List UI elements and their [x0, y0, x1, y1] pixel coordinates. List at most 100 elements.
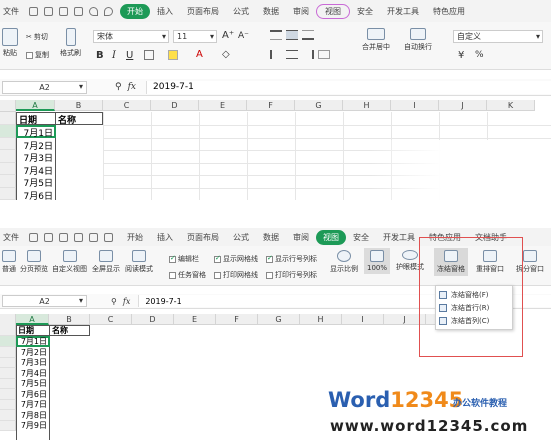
font-name-select[interactable]: 宋体 ▾	[93, 30, 169, 43]
bottom-file-menu[interactable]: 文件	[0, 232, 26, 243]
top-row-header[interactable]	[0, 188, 16, 200]
top-col-header-b[interactable]: B	[55, 100, 103, 111]
align-bottom-icon[interactable]	[302, 30, 314, 40]
bottom-tab-page-layout[interactable]: 页面布局	[180, 232, 226, 243]
open-icon[interactable]	[44, 232, 53, 242]
top-col-header-g[interactable]: G	[295, 100, 343, 111]
top-formula-input[interactable]: 2019-7-1	[146, 80, 551, 94]
bottom-tab-view[interactable]: 视图	[316, 229, 346, 245]
merge-center-button[interactable]: 合并居中	[362, 28, 390, 52]
percent-button[interactable]: %	[475, 50, 484, 60]
top-col-header-a[interactable]: A	[16, 100, 55, 111]
paste-button[interactable]: 粘贴	[2, 28, 18, 58]
open-icon[interactable]	[44, 6, 53, 16]
top-tab-page-layout[interactable]: 页面布局	[180, 6, 226, 17]
top-col-header-j[interactable]: J	[439, 100, 487, 111]
print-grid-checkbox[interactable]: 打印网格线	[214, 270, 258, 280]
redo-icon[interactable]	[104, 232, 113, 242]
show-grid-checkbox[interactable]: 显示网格线	[214, 254, 258, 264]
top-tab-start[interactable]: 开始	[120, 3, 150, 19]
top-tab-formula[interactable]: 公式	[226, 6, 256, 17]
justify-icon[interactable]	[318, 50, 330, 59]
top-row-header[interactable]	[0, 112, 16, 125]
bottom-col-header-g[interactable]: G	[258, 314, 300, 325]
font-color-button[interactable]: A	[196, 49, 203, 60]
top-cell-a2[interactable]: 7月1日	[20, 126, 53, 139]
top-col-header-h[interactable]: H	[343, 100, 391, 111]
top-cell-b1[interactable]: 名称	[58, 113, 76, 126]
print-icon[interactable]	[59, 232, 68, 242]
zoom-100-button[interactable]: 100%	[364, 248, 391, 274]
bold-button[interactable]: B	[96, 50, 104, 61]
custom-view-button[interactable]: 自定义视图	[52, 250, 87, 274]
top-tab-insert[interactable]: 插入	[150, 6, 180, 17]
top-name-box[interactable]: A2 ▾	[2, 80, 87, 94]
zoom-search-icon[interactable]: ⚲	[115, 82, 122, 92]
bottom-row-header[interactable]	[0, 358, 16, 368]
align-center-icon[interactable]	[286, 50, 298, 59]
underline-button[interactable]: U	[126, 50, 133, 61]
bottom-row-header[interactable]	[0, 410, 16, 421]
bottom-row-header[interactable]	[0, 325, 16, 336]
top-tab-special[interactable]: 特色应用	[426, 6, 472, 17]
bottom-row-header[interactable]	[0, 421, 16, 431]
bottom-col-header-i[interactable]: I	[342, 314, 384, 325]
print-icon[interactable]	[59, 6, 68, 16]
font-size-select[interactable]: 11 ▾	[173, 30, 217, 43]
page-break-button[interactable]: 分页预览	[20, 250, 48, 274]
bottom-tab-review[interactable]: 审阅	[286, 232, 316, 243]
top-fx-icon[interactable]: fx	[128, 82, 136, 92]
align-right-icon[interactable]	[302, 50, 314, 59]
reading-mode-button[interactable]: 阅读模式	[125, 250, 153, 274]
top-cell-a1[interactable]: 日期	[19, 113, 37, 126]
bottom-name-box[interactable]: A2 ▾	[2, 295, 87, 307]
border-button[interactable]	[144, 50, 154, 60]
top-tab-review[interactable]: 审阅	[286, 6, 316, 17]
copy-button[interactable]: 复制	[26, 50, 49, 60]
bottom-row-header[interactable]	[0, 368, 16, 379]
bottom-tab-data[interactable]: 数据	[256, 232, 286, 243]
bottom-tab-security[interactable]: 安全	[346, 232, 376, 243]
shrink-font-button[interactable]: A⁻	[238, 31, 249, 41]
zoom-button[interactable]: 显示比例	[330, 250, 358, 274]
top-col-header-c[interactable]: C	[103, 100, 151, 111]
bottom-row-header[interactable]	[0, 379, 16, 389]
print-headers-checkbox[interactable]: 打印行号列标	[266, 270, 317, 280]
align-left-icon[interactable]	[270, 50, 282, 59]
top-col-header-f[interactable]: F	[247, 100, 295, 111]
bottom-tab-start[interactable]: 开始	[120, 232, 150, 243]
top-col-header-k[interactable]: K	[487, 100, 535, 111]
bottom-col-header-e[interactable]: E	[174, 314, 216, 325]
top-tab-security[interactable]: 安全	[350, 6, 380, 17]
top-col-header-e[interactable]: E	[199, 100, 247, 111]
zoom-search-icon[interactable]: ⚲	[111, 297, 117, 306]
bottom-tab-developer[interactable]: 开发工具	[376, 232, 422, 243]
bottom-col-header-h[interactable]: H	[300, 314, 342, 325]
normal-view-button[interactable]: 普通	[2, 250, 16, 274]
redo-icon[interactable]	[104, 6, 113, 16]
bottom-col-header-c[interactable]: C	[90, 314, 132, 325]
align-top-icon[interactable]	[270, 30, 282, 40]
top-row-header[interactable]	[0, 138, 16, 150]
top-col-header-i[interactable]: I	[391, 100, 439, 111]
bottom-cell-a10[interactable]: 7月9日	[18, 420, 47, 431]
top-cell-a4[interactable]: 7月3日	[20, 151, 53, 164]
top-select-all[interactable]	[0, 100, 16, 112]
number-format-select[interactable]: 自定义 ▾	[453, 30, 543, 43]
top-tab-view[interactable]: 视图	[316, 3, 350, 19]
preview-icon[interactable]	[74, 232, 83, 242]
bottom-cell-a4[interactable]: 7月3日	[18, 357, 47, 368]
bottom-cell-a1[interactable]: 日期	[18, 325, 34, 336]
bottom-cell-a2[interactable]: 7月1日	[18, 336, 47, 347]
undo-icon[interactable]	[89, 6, 98, 16]
edit-bar-checkbox[interactable]: 编辑栏	[169, 254, 199, 264]
top-row-header[interactable]	[0, 150, 16, 163]
bottom-tab-formula[interactable]: 公式	[226, 232, 256, 243]
bottom-cell-a6[interactable]: 7月5日	[18, 378, 47, 389]
bottom-col-header-a[interactable]: A	[16, 314, 49, 325]
bottom-row-header[interactable]	[0, 389, 16, 400]
currency-button[interactable]: ¥	[458, 50, 464, 61]
bottom-cell-a8[interactable]: 7月7日	[18, 399, 47, 410]
bottom-fx-icon[interactable]: fx	[123, 297, 130, 306]
erase-icon[interactable]: ◇	[222, 49, 230, 60]
